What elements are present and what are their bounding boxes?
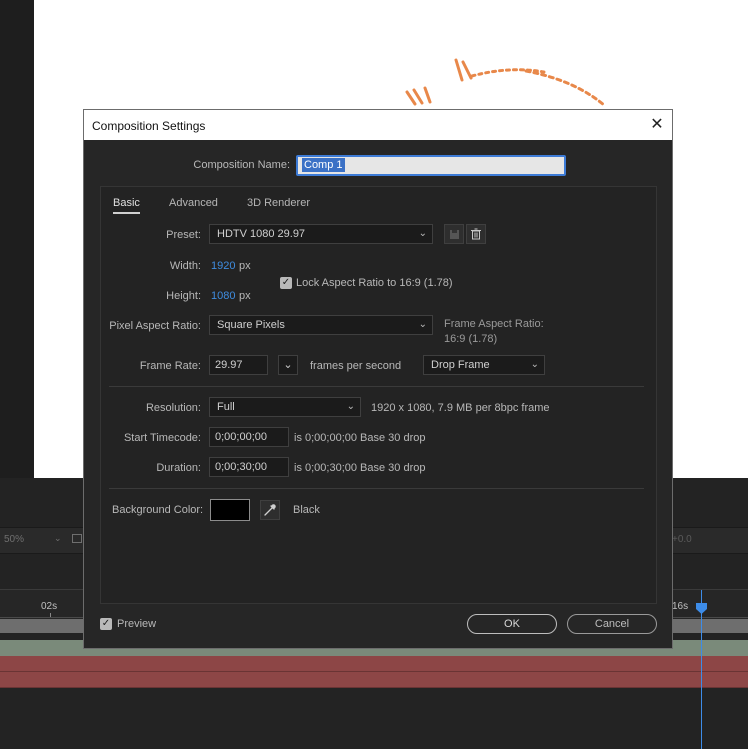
dialog-footer: ✓ Preview OK Cancel: [84, 610, 672, 648]
chevron-down-icon[interactable]: ⌄: [54, 533, 62, 544]
tab-basic[interactable]: Basic: [113, 197, 140, 214]
comp-name-input[interactable]: Comp 1: [296, 155, 566, 176]
checkmark-icon: ✓: [281, 277, 291, 288]
resolution-value: Full: [217, 401, 235, 413]
duration-value: 0;00;30;00: [215, 461, 267, 473]
comp-name-value: Comp 1: [302, 158, 345, 172]
frame-aspect-label: Frame Aspect Ratio:: [444, 318, 544, 330]
start-timecode-label: Start Timecode:: [123, 432, 201, 444]
tab-advanced[interactable]: Advanced: [169, 197, 218, 209]
frame-rate-label: Frame Rate:: [139, 360, 201, 372]
preset-value: HDTV 1080 29.97: [217, 228, 306, 240]
zoom-level[interactable]: 50%: [4, 534, 24, 545]
chevron-down-icon: ⌄: [418, 228, 427, 239]
frame-rate-value: 29.97: [215, 359, 243, 371]
eyedropper-button[interactable]: [260, 500, 280, 520]
tab-3d-renderer[interactable]: 3D Renderer: [247, 197, 310, 209]
region-of-interest-icon[interactable]: [72, 534, 82, 543]
bg-color-label: Background Color:: [112, 504, 204, 516]
preview-label: Preview: [117, 618, 157, 630]
resolution-info: 1920 x 1080, 7.9 MB per 8bpc frame: [371, 402, 550, 414]
bg-color-swatch[interactable]: [210, 499, 250, 521]
duration-info: is 0;00;30;00 Base 30 drop: [294, 462, 426, 474]
ruler-label: 02s: [41, 601, 58, 612]
preset-dropdown[interactable]: HDTV 1080 29.97 ⌄: [209, 224, 433, 244]
start-timecode-info: is 0;00;00;00 Base 30 drop: [294, 432, 426, 444]
par-label: Pixel Aspect Ratio:: [109, 320, 201, 332]
preview-checkbox[interactable]: ✓: [100, 618, 112, 630]
divider: [109, 488, 644, 489]
width-label: Width:: [169, 260, 201, 272]
ruler-label: 16s: [672, 601, 689, 612]
eyedropper-icon: [264, 504, 276, 516]
frame-rate-input[interactable]: 29.97: [209, 355, 268, 375]
save-preset-icon: [450, 230, 459, 239]
bg-color-name: Black: [293, 504, 320, 516]
ok-button[interactable]: OK: [467, 614, 557, 634]
layer-track[interactable]: [0, 672, 748, 688]
close-icon[interactable]: ✕: [642, 114, 672, 136]
dialog-title: Composition Settings: [92, 119, 206, 133]
par-value: Square Pixels: [217, 319, 285, 331]
delete-preset-button[interactable]: [466, 224, 486, 244]
height-label: Height:: [166, 290, 201, 302]
exposure-readout[interactable]: +0.0: [672, 534, 692, 545]
par-dropdown[interactable]: Square Pixels ⌄: [209, 315, 433, 335]
lock-aspect-label: Lock Aspect Ratio to 16:9 (1.78): [296, 277, 453, 289]
divider: [109, 386, 644, 387]
chevron-down-icon: ⌄: [418, 319, 427, 330]
width-value[interactable]: 1920: [211, 260, 235, 272]
chevron-down-icon: ⌄: [530, 359, 539, 370]
start-timecode-value: 0;00;00;00: [215, 431, 267, 443]
height-value[interactable]: 1080: [211, 290, 235, 302]
trash-icon: [471, 228, 481, 240]
frame-rate-dropdown[interactable]: ⌄: [278, 355, 298, 375]
left-panel-edge: [0, 0, 34, 478]
duration-label: Duration:: [156, 462, 201, 474]
preset-label: Preset:: [166, 229, 201, 241]
height-unit: px: [239, 290, 251, 302]
frame-aspect-value: 16:9 (1.78): [444, 333, 498, 345]
resolution-label: Resolution:: [145, 402, 201, 414]
cancel-button[interactable]: Cancel: [567, 614, 657, 634]
duration-input[interactable]: 0;00;30;00: [209, 457, 289, 477]
layer-track[interactable]: [0, 656, 748, 672]
drop-frame-dropdown[interactable]: Drop Frame ⌄: [423, 355, 545, 375]
comp-name-label: Composition Name:: [193, 159, 290, 171]
settings-panel: Basic Advanced 3D Renderer Preset: HDTV …: [100, 186, 657, 604]
drop-frame-value: Drop Frame: [431, 359, 490, 371]
resolution-dropdown[interactable]: Full ⌄: [209, 397, 361, 417]
chevron-down-icon: ⌄: [346, 401, 355, 412]
frames-per-second-label: frames per second: [310, 360, 402, 372]
composition-settings-dialog: Composition Settings ✕ Composition Name:…: [83, 109, 673, 649]
checkmark-icon: ✓: [101, 618, 111, 629]
width-unit: px: [239, 260, 251, 272]
lock-aspect-checkbox[interactable]: ✓: [280, 277, 292, 289]
save-preset-button[interactable]: [444, 224, 464, 244]
dialog-titlebar[interactable]: Composition Settings ✕: [84, 110, 672, 140]
start-timecode-input[interactable]: 0;00;00;00: [209, 427, 289, 447]
chevron-down-icon: ⌄: [283, 359, 293, 371]
